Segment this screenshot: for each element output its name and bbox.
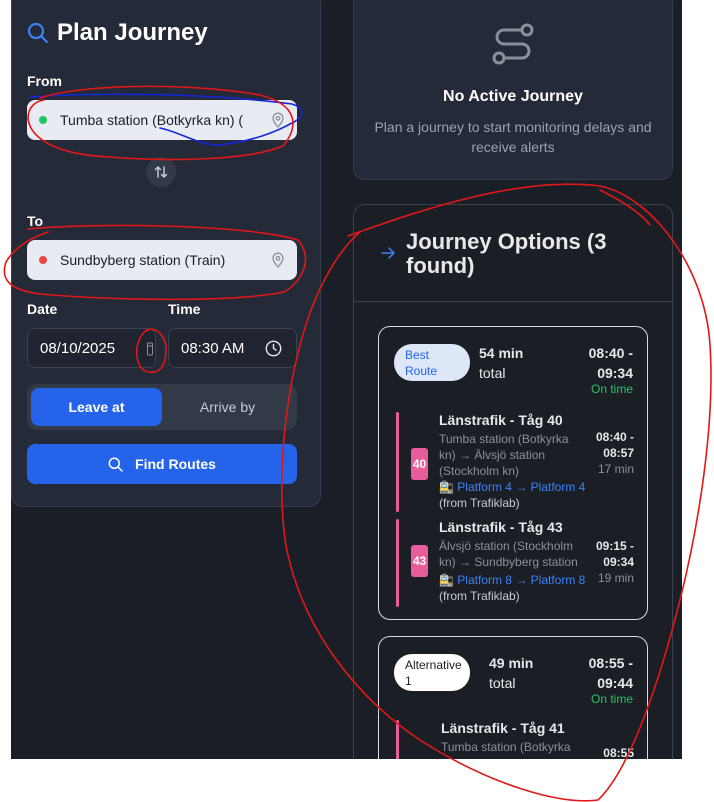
search-icon [27,22,49,44]
route-leg: Länstrafik - Tåg 41 Tumba station (Botky… [396,720,634,759]
clock-icon[interactable] [265,340,282,357]
from-label: From [27,73,62,89]
arrive-by-button[interactable]: Arrive by [162,388,293,426]
line-color-bar [396,519,399,607]
route-duration-value: 54 min [479,345,524,361]
route-card[interactable]: Best Route 54 min total 08:40 - 09:34 On… [378,326,648,620]
to-input[interactable]: Sundbyberg station (Train) [27,240,297,280]
leg-platform: 🚉 Platform 4 → Platform 4 (from Trafikla… [439,479,589,511]
swap-icon [154,166,168,178]
route-time-range: 08:40 - 09:34 [588,345,633,381]
leave-arrive-toggle: Leave at Arrive by [27,384,297,430]
leg-duration: 19 min [597,571,634,585]
leg-line-name: Länstrafik - Tåg 43 [439,519,563,535]
route-card[interactable]: Alternative 1 49 min total 08:55 - 09:44… [378,636,648,759]
find-routes-button[interactable]: Find Routes [27,444,297,484]
search-icon [108,457,123,472]
destination-dot-icon [39,256,47,264]
line-color-bar [396,412,399,512]
no-active-journey-heading: No Active Journey [443,88,583,105]
leave-at-button[interactable]: Leave at [31,388,162,426]
journey-planner-panel: Plan Journey From Tumba station (Botkyrk… [11,0,321,507]
route-badge: Best Route [394,344,470,381]
route-leg: 43 Länstrafik - Tåg 43 Älvsjö station (S… [396,519,634,607]
swap-locations-button[interactable] [146,157,176,187]
train-icon: 🚉 [439,573,454,587]
leg-times: 08:40 - 08:57 17 min [594,429,634,477]
from-value: Tumba station (Botkyrka kn) ( [60,112,244,128]
journey-options-header: Journey Options (3 found) [354,205,672,302]
route-status: On time [590,382,633,396]
from-input[interactable]: Tumba station (Botkyrka kn) ( [27,100,297,140]
leg-times: 09:15 - 09:34 19 min [590,538,634,586]
journey-options-title: Journey Options (3 found) [406,229,607,278]
route-duration-total: total [489,675,516,691]
line-number-badge: 40 [411,448,428,480]
leg-stations: Tumba station (Botkyrka kn) → Älvsjö sta… [439,432,569,478]
origin-dot-icon [39,116,47,124]
map-pin-icon[interactable] [271,112,285,128]
leg-line-name: Länstrafik - Tåg 40 [439,412,563,428]
date-input[interactable]: 08/10/2025 [27,328,156,368]
route-leg: 40 Länstrafik - Tåg 40 Tumba station (Bo… [396,412,634,512]
line-color-bar [396,720,399,759]
planner-header: Plan Journey [27,19,208,47]
journey-options-panel: Journey Options (3 found) Best Route 54 … [353,204,673,759]
date-value: 08/10/2025 [40,339,116,357]
route-icon [492,23,534,65]
to-value: Sundbyberg station (Train) [60,252,226,268]
journey-status-card: No Active Journey Plan a journey to star… [353,0,673,180]
leg-platform: 🚉 Platform 8 → Platform 8 (from Trafikla… [439,572,589,604]
calendar-icon[interactable] [147,342,153,356]
leg-platform-source: (from Trafiklab) [439,589,520,603]
leg-time-range: 08:55 [603,746,634,759]
leg-platform-value: Platform 8 → Platform 8 [457,573,586,587]
no-active-journey-text: Plan a journey to start monitoring delay… [374,119,652,155]
time-label: Time [168,301,201,317]
leg-time-range: 09:15 - 09:34 [595,539,634,569]
leg-platform-value: Platform 4 → Platform 4 [457,480,586,494]
train-icon: 🚉 [439,480,454,494]
time-input[interactable]: 08:30 AM [168,328,297,368]
route-duration: 54 min total [479,343,523,383]
app-background: Plan Journey From Tumba station (Botkyrk… [11,0,682,759]
leg-platform-source: (from Trafiklab) [439,496,520,510]
route-duration: 49 min total [489,653,533,693]
date-label: Date [27,301,58,317]
find-routes-label: Find Routes [135,456,216,472]
leg-stations: Tumba station (Botkyrka [441,740,571,754]
line-number-badge: 43 [411,545,428,577]
leg-duration: 17 min [597,462,634,476]
route-duration-total: total [479,365,506,381]
to-label: To [27,213,44,229]
arrow-right-icon [381,247,395,259]
route-duration-value: 49 min [489,655,534,671]
route-status: On time [590,692,633,706]
time-value: 08:30 AM [181,339,245,357]
route-time-range: 08:55 - 09:44 [588,655,633,691]
leg-line-name: Länstrafik - Tåg 41 [441,720,565,736]
leg-stations: Älvsjö station (Stockholm kn) → Sundbybe… [439,539,578,569]
route-badge: Alternative 1 [394,654,470,691]
leg-time-range: 08:40 - 08:57 [595,430,634,460]
planner-title: Plan Journey [57,19,208,46]
leg-times: 08:55 [594,745,634,759]
map-pin-icon[interactable] [271,252,285,268]
